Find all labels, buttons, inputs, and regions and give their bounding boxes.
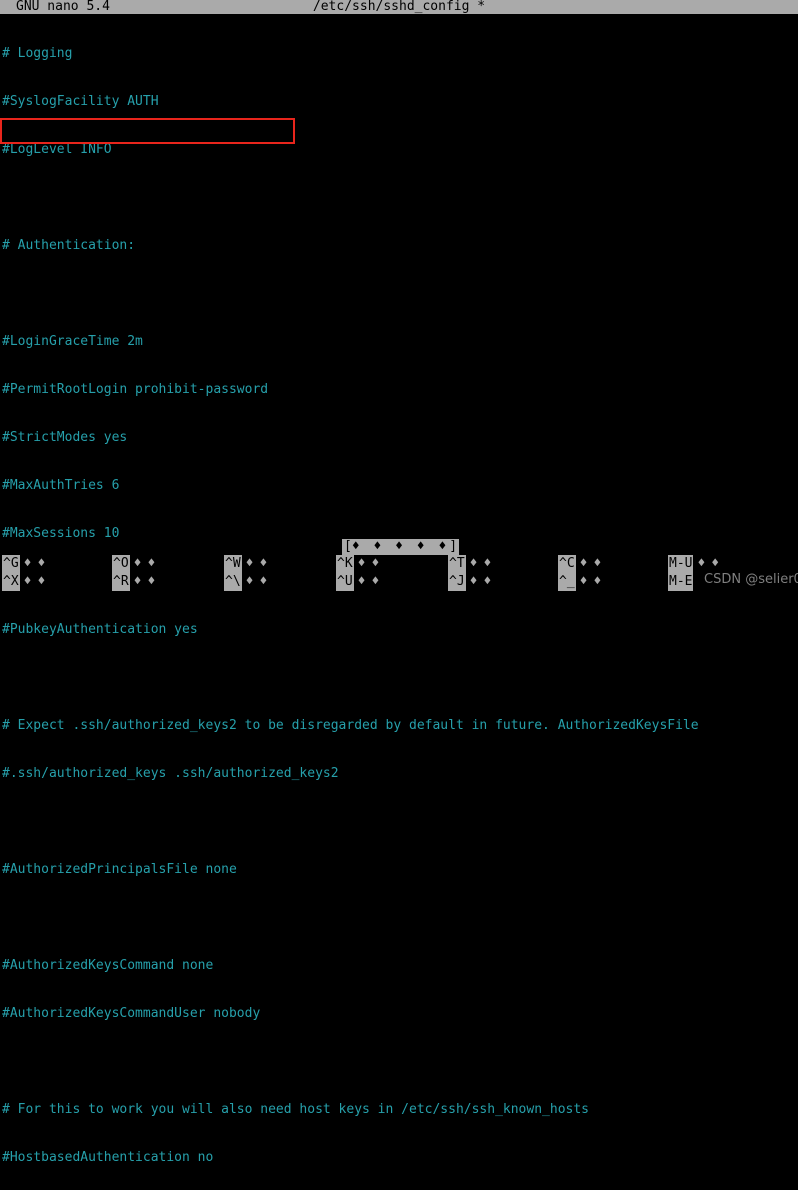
- shortcut-key-label: ^W: [224, 555, 242, 573]
- shortcut-desc-label: ♦♦: [245, 574, 274, 589]
- shortcut-ctrl-u[interactable]: ^U ♦♦: [336, 573, 385, 591]
- shortcut-ctrl-c[interactable]: ^C ♦♦: [558, 555, 607, 573]
- position-bar-close-bracket: ]: [449, 539, 458, 554]
- shortcut-desc-label: ♦♦: [469, 574, 498, 589]
- buffer-line: # For this to work you will also need ho…: [2, 1102, 589, 1117]
- buffer-line: #AuthorizedKeysCommandUser nobody: [2, 1006, 261, 1021]
- shortcut-ctrl-w[interactable]: ^W ♦♦: [224, 555, 273, 573]
- title-bar: GNU nano 5.4 /etc/ssh/sshd_config *: [0, 0, 798, 14]
- shortcut-key-label: M-E: [668, 573, 694, 591]
- status-position-bar: [♦ ♦ ♦ ♦ ♦]: [342, 539, 460, 555]
- buffer-line: #LogLevel INFO: [2, 142, 112, 157]
- buffer-line: #MaxAuthTries 6: [2, 478, 120, 493]
- shortcut-meta-u[interactable]: M-U ♦♦: [668, 555, 725, 573]
- shortcut-desc-label: ♦♦: [23, 556, 52, 571]
- shortcut-desc-label: ♦♦: [133, 574, 162, 589]
- buffer-line: #AuthorizedPrincipalsFile none: [2, 862, 237, 877]
- buffer-line: [0, 1054, 798, 1070]
- buffer-line: [0, 670, 798, 686]
- buffer-line-permitrootlogin: #PermitRootLogin prohibit-password: [2, 382, 269, 397]
- shortcut-desc-label: ♦♦: [245, 556, 274, 571]
- shortcut-key-label: ^C: [558, 555, 576, 573]
- shortcut-key-label: ^O: [112, 555, 130, 573]
- shortcut-desc-label: ♦♦: [23, 574, 52, 589]
- csdn-watermark: CSDN @selier0: [704, 572, 798, 588]
- shortcut-key-label: ^J: [448, 573, 466, 591]
- shortcut-ctrl-j[interactable]: ^J ♦♦: [448, 573, 497, 591]
- buffer-line: # Logging: [2, 46, 73, 61]
- buffer-line: [0, 814, 798, 830]
- buffer-line: #StrictModes yes: [2, 430, 128, 445]
- shortcut-desc-label: ♦♦: [579, 556, 608, 571]
- shortcut-ctrl-t[interactable]: ^T ♦♦: [448, 555, 497, 573]
- shortcut-key-label: ^R: [112, 573, 130, 591]
- shortcut-ctrl-backslash[interactable]: ^\ ♦♦: [224, 573, 273, 591]
- shortcut-ctrl-g[interactable]: ^G ♦♦: [2, 555, 51, 573]
- position-bar-glyphs: ♦ ♦ ♦ ♦ ♦: [351, 539, 450, 554]
- buffer-line: [0, 286, 798, 302]
- shortcut-desc-label: ♦♦: [697, 556, 726, 571]
- shortcut-ctrl-o[interactable]: ^O ♦♦: [112, 555, 161, 573]
- shortcut-ctrl-k[interactable]: ^K ♦♦: [336, 555, 385, 573]
- shortcut-desc-label: ♦♦: [469, 556, 498, 571]
- csdn-brand-label: CSDN: [704, 572, 742, 587]
- shortcut-key-label: ^T: [448, 555, 466, 573]
- buffer-line: #.ssh/authorized_keys .ssh/authorized_ke…: [2, 766, 339, 781]
- editor-buffer[interactable]: # Logging #SyslogFacility AUTH #LogLevel…: [0, 14, 798, 1165]
- buffer-line: #AuthorizedKeysCommand none: [2, 958, 214, 973]
- shortcut-key-label: ^_: [558, 573, 576, 591]
- buffer-line: #SyslogFacility AUTH: [2, 94, 159, 109]
- shortcut-key-label: ^X: [2, 573, 20, 591]
- buffer-line: [0, 190, 798, 206]
- csdn-handle-label: @selier0: [745, 572, 798, 587]
- filename-label: /etc/ssh/sshd_config *: [312, 0, 486, 14]
- shortcut-help-bar: ^G ♦♦ ^X ♦♦ ^O ♦♦ ^R ♦♦ ^W ♦♦ ^\ ♦♦ ^K ♦♦ ^U ♦♦ …: [0, 555, 798, 595]
- shortcut-desc-label: ♦♦: [357, 556, 386, 571]
- buffer-line: # Expect .ssh/authorized_keys2 to be dis…: [2, 718, 699, 733]
- shortcut-key-label: ^G: [2, 555, 20, 573]
- shortcut-desc-label: ♦♦: [579, 574, 608, 589]
- buffer-line: #HostbasedAuthentication no: [2, 1150, 214, 1165]
- shortcut-ctrl-underscore[interactable]: ^_ ♦♦: [558, 573, 607, 591]
- shortcut-ctrl-x[interactable]: ^X ♦♦: [2, 573, 51, 591]
- buffer-line: #PubkeyAuthentication yes: [2, 622, 198, 637]
- shortcut-key-label: ^\: [224, 573, 242, 591]
- shortcut-desc-label: ♦♦: [133, 556, 162, 571]
- position-bar-open-bracket: [: [344, 539, 352, 554]
- buffer-line: [0, 910, 798, 926]
- shortcut-key-label: M-U: [668, 555, 694, 573]
- shortcut-key-label: ^K: [336, 555, 354, 573]
- buffer-line: # Authentication:: [2, 238, 136, 253]
- shortcut-ctrl-r[interactable]: ^R ♦♦: [112, 573, 161, 591]
- shortcut-desc-label: ♦♦: [357, 574, 386, 589]
- shortcut-meta-e[interactable]: M-E: [668, 573, 697, 591]
- buffer-line: #LoginGraceTime 2m: [2, 334, 143, 349]
- shortcut-key-label: ^U: [336, 573, 354, 591]
